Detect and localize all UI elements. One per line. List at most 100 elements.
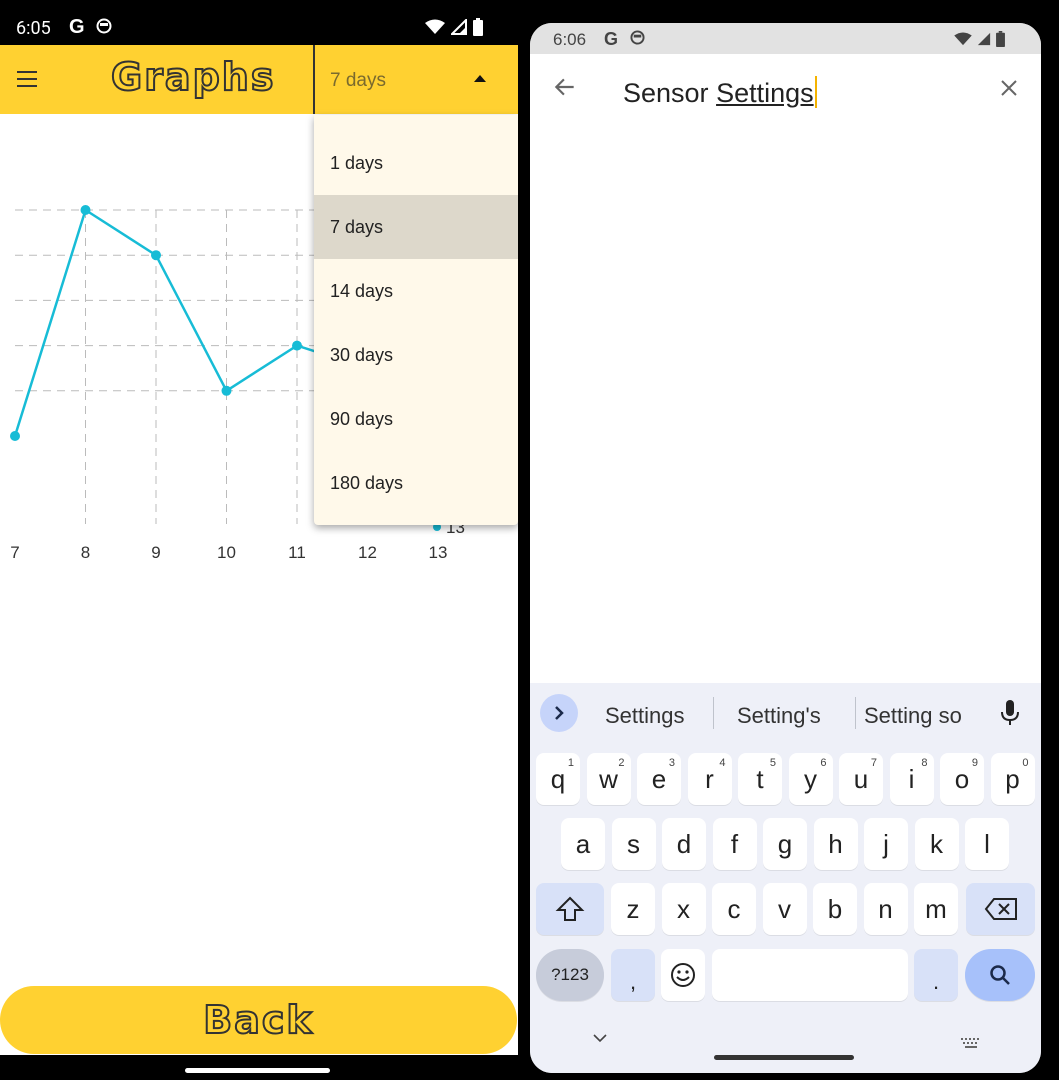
close-icon[interactable] xyxy=(997,76,1021,100)
data-point[interactable] xyxy=(151,250,161,261)
key-s[interactable]: s xyxy=(611,818,656,870)
backspace-key[interactable] xyxy=(966,883,1035,935)
app-notification-icon xyxy=(630,30,645,50)
soft-keyboard: Settings Setting's Setting so q1w2e3r4t5… xyxy=(530,683,1041,1073)
range-option[interactable]: 30 days xyxy=(314,323,518,387)
range-option[interactable]: 1 days xyxy=(314,131,518,195)
shift-key[interactable] xyxy=(536,883,604,935)
emoji-key[interactable] xyxy=(661,949,705,1001)
home-gesture-handle[interactable] xyxy=(185,1068,330,1073)
range-dropdown-value[interactable]: 7 days xyxy=(330,70,386,92)
key-u[interactable]: u7 xyxy=(839,753,883,805)
back-button[interactable]: Back xyxy=(0,986,517,1054)
key-b[interactable]: b xyxy=(813,883,857,935)
chevron-down-icon[interactable] xyxy=(592,1033,608,1043)
x-tick-label: 7 xyxy=(10,543,19,562)
key-v[interactable]: v xyxy=(762,883,807,935)
battery-icon xyxy=(473,18,483,36)
key-o[interactable]: o9 xyxy=(940,753,984,805)
key-label: r xyxy=(705,763,714,794)
range-option[interactable]: 7 days xyxy=(314,195,518,259)
key-w[interactable]: w2 xyxy=(586,753,631,805)
hamburger-icon[interactable] xyxy=(17,71,37,92)
search-input[interactable]: Sensor Settings xyxy=(623,76,817,109)
wifi-icon xyxy=(425,19,445,34)
key-label: u xyxy=(853,763,869,794)
key-a[interactable]: a xyxy=(561,818,605,870)
suggestion-1[interactable]: Settings xyxy=(605,703,685,729)
dropdown-arrow-up-icon[interactable] xyxy=(474,75,486,82)
data-point[interactable] xyxy=(221,385,232,396)
page-title: Graphs xyxy=(110,54,276,100)
key-x[interactable]: x xyxy=(661,883,706,935)
x-tick-label: 10 xyxy=(217,543,236,562)
key-label: p xyxy=(1005,763,1020,794)
app-notification-icon xyxy=(96,18,112,39)
key-hint: 4 xyxy=(719,757,726,769)
key-label: w xyxy=(599,763,618,794)
dropdown-divider xyxy=(313,45,315,114)
search-key[interactable] xyxy=(965,949,1035,1001)
key-m[interactable]: m xyxy=(914,883,958,935)
home-gesture-handle[interactable] xyxy=(714,1055,854,1060)
app-bar: Graphs xyxy=(0,45,518,114)
key-y[interactable]: y6 xyxy=(788,753,833,805)
key-hint: 2 xyxy=(618,757,625,769)
x-tick-label: 9 xyxy=(151,543,160,562)
status-time: 6:06 xyxy=(553,30,587,49)
microphone-icon[interactable] xyxy=(1000,698,1020,728)
key-p[interactable]: p0 xyxy=(990,753,1035,805)
range-option-label: 90 days xyxy=(330,409,394,429)
range-option[interactable]: 180 days xyxy=(314,451,518,515)
range-option-label: 30 days xyxy=(330,345,394,365)
search-text-plain: Sensor xyxy=(623,78,717,108)
expand-toolbar-button[interactable] xyxy=(540,694,578,732)
key-e[interactable]: e3 xyxy=(637,753,681,805)
period-key-label: . xyxy=(932,969,940,994)
data-point[interactable] xyxy=(80,205,91,215)
key-z[interactable]: z xyxy=(611,883,655,935)
key-t[interactable]: t5 xyxy=(738,753,782,805)
google-icon: G xyxy=(69,16,85,38)
key-j[interactable]: j xyxy=(864,818,908,870)
back-arrow-icon[interactable] xyxy=(552,74,578,100)
search-bar: Sensor Settings xyxy=(530,54,1041,124)
x-tick-label: 12 xyxy=(358,543,377,562)
data-point[interactable] xyxy=(10,431,20,441)
range-option-label: 14 days xyxy=(330,281,394,301)
key-label: i xyxy=(908,763,915,794)
period-key[interactable]: . xyxy=(914,949,958,1001)
key-l[interactable]: l xyxy=(965,818,1009,870)
shift-icon xyxy=(555,896,585,921)
suggestion-3[interactable]: Setting so xyxy=(864,703,962,729)
range-option[interactable]: 90 days xyxy=(314,387,518,451)
key-label: t xyxy=(756,763,764,794)
key-i[interactable]: i8 xyxy=(889,753,934,805)
range-option-label: 180 days xyxy=(330,473,404,493)
key-hint: 5 xyxy=(769,757,776,769)
key-h[interactable]: h xyxy=(813,818,858,870)
key-k[interactable]: k xyxy=(914,818,959,870)
key-n[interactable]: n xyxy=(863,883,908,935)
key-label: o xyxy=(954,763,970,794)
key-g[interactable]: g xyxy=(763,818,807,870)
range-dropdown-menu: 1 days 7 days 14 days 30 days 90 days 180 day… xyxy=(314,115,518,525)
key-q[interactable]: q1 xyxy=(536,753,580,805)
key-f[interactable]: f xyxy=(712,818,757,870)
space-key[interactable] xyxy=(712,949,908,1001)
key-r[interactable]: r4 xyxy=(687,753,732,805)
back-button-label: Back xyxy=(202,997,314,1043)
key-hint: 7 xyxy=(870,757,877,769)
search-icon xyxy=(990,965,1010,985)
range-option[interactable]: 14 days xyxy=(314,259,518,323)
suggestion-2[interactable]: Setting's xyxy=(737,703,821,729)
graphs-screen: 6:05 G Graphs 7 days 7 8 9 10 11 12 13 13 1 day… xyxy=(0,0,518,1080)
data-point[interactable] xyxy=(292,340,302,351)
key-c[interactable]: c xyxy=(712,883,756,935)
key-hint: 9 xyxy=(971,757,978,769)
keyboard-switch-icon[interactable] xyxy=(960,1037,982,1049)
comma-key[interactable]: , xyxy=(611,949,655,1001)
status-time: 6:05 xyxy=(16,18,51,39)
symbols-key[interactable]: ?123 xyxy=(536,949,604,1001)
key-d[interactable]: d xyxy=(662,818,706,870)
